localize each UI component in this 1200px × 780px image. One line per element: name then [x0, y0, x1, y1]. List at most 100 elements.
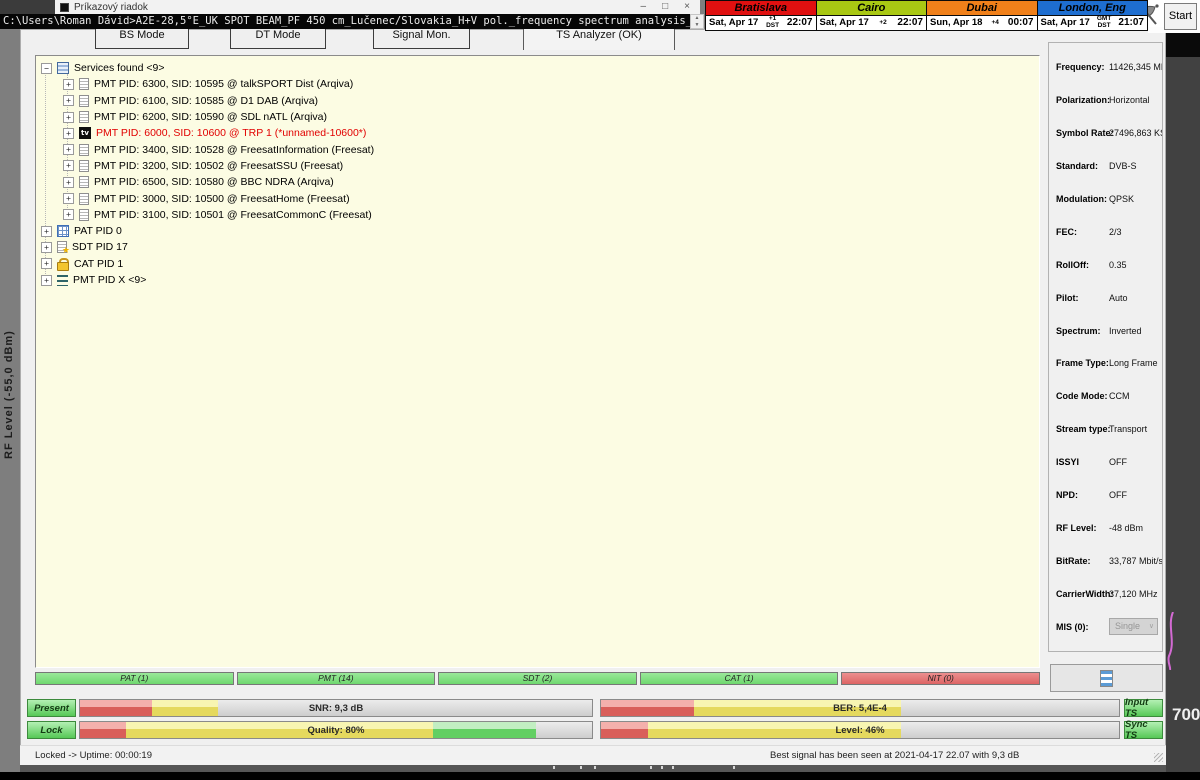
- param-label: Modulation:: [1056, 194, 1109, 204]
- tree-service-item[interactable]: +PMT PID: 6300, SID: 10595 @ talkSPORT D…: [36, 76, 1039, 92]
- background-right-dark: [1166, 29, 1200, 57]
- sync-ts-indicator[interactable]: Sync TS: [1124, 721, 1163, 739]
- tree-item-label: Services found <9>: [74, 62, 164, 74]
- tree-service-item[interactable]: + PMT PID: 6100, SID: 10585 @ D1 DAB (Arq…: [36, 93, 1039, 109]
- expand-box-icon[interactable]: +: [63, 177, 74, 188]
- services-icon: [57, 62, 69, 74]
- expand-box-icon[interactable]: +: [63, 79, 74, 90]
- scroll-down-icon[interactable]: ▼: [695, 22, 700, 28]
- start-button[interactable]: Start: [1164, 3, 1197, 30]
- expand-box-icon[interactable]: +: [63, 193, 74, 204]
- sdt-icon: ★: [57, 241, 67, 253]
- tree-root-services[interactable]: − Services found <9>: [36, 60, 1039, 76]
- maximize-button[interactable]: □: [662, 0, 668, 14]
- axis-tick-fragment: [553, 766, 555, 769]
- param-label: Code Mode:: [1056, 391, 1109, 401]
- snr-meter: SNR: 9,3 dB: [79, 699, 593, 717]
- param-value: CCM: [1109, 391, 1130, 401]
- param-row: BitRate:33,787 Mbit/s: [1056, 544, 1162, 577]
- param-label: Standard:: [1056, 161, 1109, 171]
- tv-icon: tv: [79, 127, 91, 139]
- expand-box-icon[interactable]: +: [41, 258, 52, 269]
- param-row: Modulation:QPSK: [1056, 183, 1162, 216]
- clock-time: 21:07: [1118, 17, 1144, 28]
- meter-label: BER: 5,4E-4: [601, 700, 1119, 716]
- tree-item-label: PMT PID: 6000, SID: 10600 @ TRP 1 (*unna…: [96, 127, 366, 139]
- tree-item-label: PMT PID: 3200, SID: 10502 @ FreesatSSU (…: [94, 160, 343, 172]
- input-ts-indicator[interactable]: Input TS: [1124, 699, 1163, 717]
- console-scrollbar[interactable]: ▲ ▼: [690, 14, 704, 29]
- console-command-line: C:\Users\Roman Dávid>A2E-28,5°E_UK SPOT …: [0, 14, 690, 29]
- clock-city: London, Eng: [1038, 1, 1148, 16]
- list-icon: [1100, 670, 1113, 687]
- chevron-down-icon: ∨: [1149, 619, 1154, 634]
- param-row: CarrierWidth:37,120 MHz: [1056, 577, 1162, 610]
- minimize-button[interactable]: –: [641, 0, 647, 14]
- mis-select-value: Single: [1115, 619, 1140, 634]
- expand-box-icon[interactable]: +: [41, 275, 52, 286]
- table-status-cat: CAT (1): [640, 672, 839, 685]
- expand-box-icon[interactable]: +: [63, 112, 74, 123]
- tree-table-item[interactable]: +PMT PID X <9>: [36, 272, 1039, 288]
- table-status-sdt: SDT (2): [438, 672, 637, 685]
- param-row: Polarization:Horizontal: [1056, 84, 1162, 117]
- tree-service-item[interactable]: +PMT PID: 6200, SID: 10590 @ SDL nATL (A…: [36, 109, 1039, 125]
- clock-city: Bratislava: [706, 1, 816, 16]
- param-row: MIS (0): Single ∨: [1056, 610, 1162, 643]
- tree-service-item[interactable]: + PMT PID: 6500, SID: 10580 @ BBC NDRA (A…: [36, 174, 1039, 190]
- param-value: Long Frame: [1109, 358, 1158, 368]
- clock-offset: +4: [991, 20, 998, 27]
- param-label: FEC:: [1056, 227, 1109, 237]
- ts-tree-panel: − Services found <9> +PMT PID: 6300, SID: …: [35, 55, 1040, 668]
- param-row: NPD:OFF: [1056, 479, 1162, 512]
- collapse-box-icon[interactable]: −: [41, 63, 52, 74]
- param-value: 0.35: [1109, 260, 1127, 270]
- tree-service-item[interactable]: + tv PMT PID: 6000, SID: 10600 @ TRP 1 (*u…: [36, 125, 1039, 141]
- meter-label: SNR: 9,3 dB: [80, 700, 592, 716]
- expand-box-icon[interactable]: +: [63, 209, 74, 220]
- expand-box-icon[interactable]: +: [63, 128, 74, 139]
- present-indicator[interactable]: Present: [27, 699, 76, 717]
- tree-item-label: PMT PID: 6100, SID: 10585 @ D1 DAB (Arqi…: [94, 95, 318, 107]
- param-label: RollOff:: [1056, 260, 1109, 270]
- param-value: 2/3: [1109, 227, 1122, 237]
- scroll-up-icon[interactable]: ▲: [695, 15, 700, 21]
- clock-offset: +2: [879, 20, 886, 27]
- tree-service-item[interactable]: +PMT PID: 3100, SID: 10501 @ FreesatComm…: [36, 207, 1039, 223]
- tree-table-item[interactable]: +CAT PID 1: [36, 256, 1039, 272]
- tree-table-item[interactable]: +PAT PID 0: [36, 223, 1039, 239]
- param-label: ISSYI: [1056, 457, 1109, 467]
- expand-box-icon[interactable]: +: [63, 160, 74, 171]
- param-label: MIS (0):: [1056, 622, 1109, 632]
- axis-tick-fragment: [594, 766, 596, 769]
- axis-tick-fragment: [733, 766, 735, 769]
- background-bottom-strip: [20, 765, 1166, 772]
- clock-strip: Bratislava Sat, Apr 17 +1 DST 22:07 Cair…: [705, 0, 1148, 31]
- param-value: Transport: [1109, 424, 1147, 434]
- param-value: OFF: [1109, 490, 1127, 500]
- tree-item-label: PMT PID: 6500, SID: 10580 @ BBC NDRA (Ar…: [94, 176, 334, 188]
- mis-select[interactable]: Single ∨: [1109, 618, 1158, 635]
- clock-tile: Bratislava Sat, Apr 17 +1 DST 22:07: [706, 1, 817, 30]
- tree-table-item[interactable]: +★SDT PID 17: [36, 239, 1039, 255]
- background-corner: [0, 0, 55, 14]
- screen: 700 RF Level (-55,0 dBm) BS Mode DT Mode…: [0, 0, 1200, 780]
- expand-box-icon[interactable]: +: [63, 95, 74, 106]
- param-row: Frequency:11426,345 MHz: [1056, 51, 1162, 84]
- expand-box-icon[interactable]: +: [41, 242, 52, 253]
- param-row: RF Level:-48 dBm: [1056, 511, 1162, 544]
- param-row: Standard:DVB-S: [1056, 150, 1162, 183]
- close-button[interactable]: ×: [684, 0, 690, 14]
- console-titlebar: Príkazový riadok – □ ×: [55, 0, 700, 15]
- param-row: Stream type:Transport: [1056, 413, 1162, 446]
- lock-indicator[interactable]: Lock: [27, 721, 76, 739]
- resize-grip-icon[interactable]: [1154, 753, 1163, 762]
- expand-box-icon[interactable]: +: [41, 226, 52, 237]
- tree-service-item[interactable]: +PMT PID: 3000, SID: 10500 @ FreesatHome…: [36, 190, 1039, 206]
- cat-icon: [57, 258, 69, 270]
- tree-service-item[interactable]: +PMT PID: 3400, SID: 10528 @ FreesatInfo…: [36, 141, 1039, 157]
- meter-label: Level: 46%: [601, 722, 1119, 738]
- queue-button[interactable]: [1050, 664, 1163, 692]
- expand-box-icon[interactable]: +: [63, 144, 74, 155]
- tree-service-item[interactable]: + PMT PID: 3200, SID: 10502 @ FreesatSSU …: [36, 158, 1039, 174]
